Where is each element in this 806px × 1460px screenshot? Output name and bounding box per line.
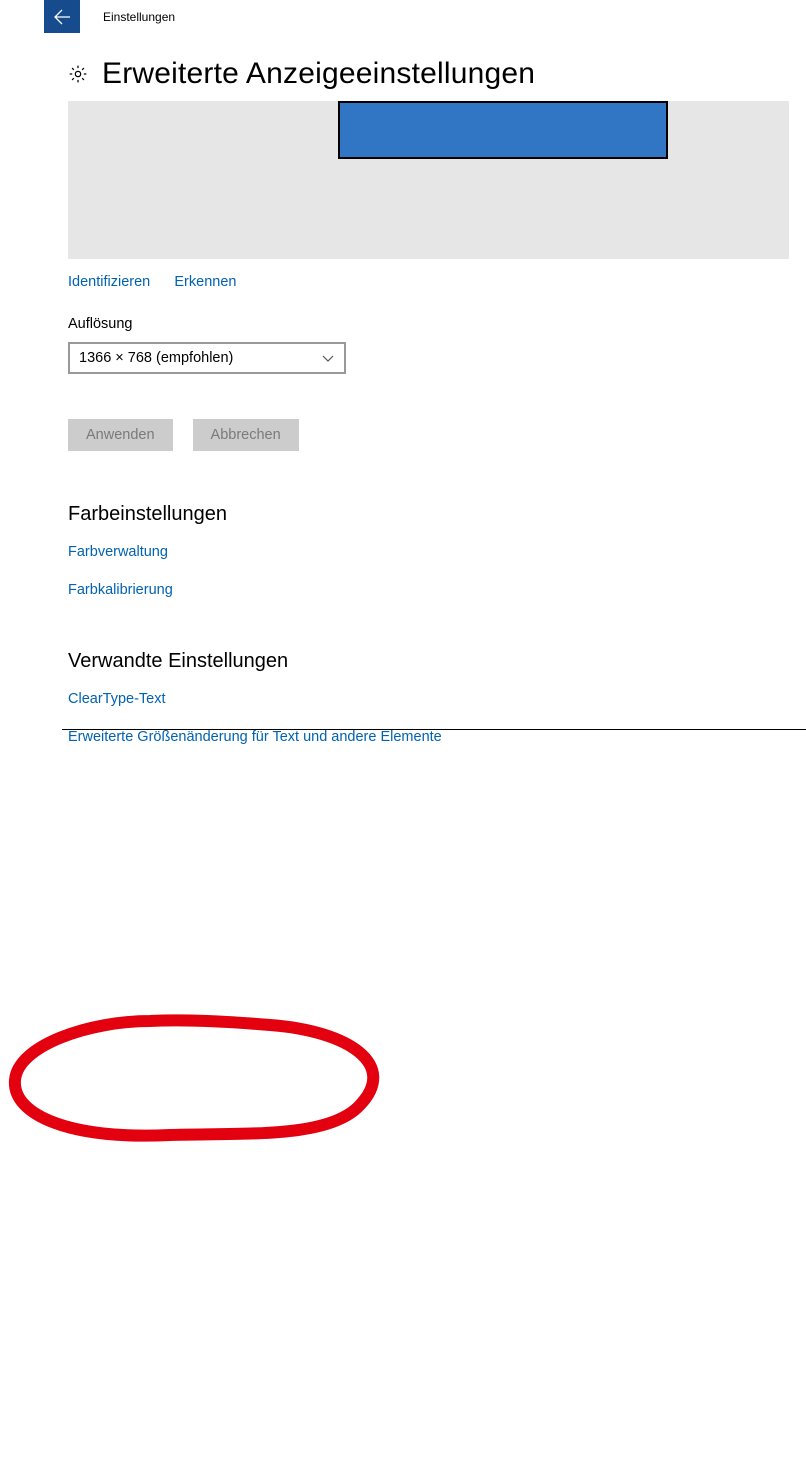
arrow-left-icon	[53, 8, 71, 26]
color-management-link[interactable]: Farbverwaltung	[68, 544, 806, 560]
detect-link[interactable]: Erkennen	[174, 274, 236, 290]
back-button[interactable]	[44, 0, 80, 33]
monitor-thumbnail[interactable]	[338, 101, 668, 159]
page-heading-row: Erweiterte Anzeigeeinstellungen	[68, 57, 806, 91]
sizing-link[interactable]: Erweiterte Größenänderung für Text und a…	[68, 729, 806, 745]
color-calibration-link[interactable]: Farbkalibrierung	[68, 582, 806, 598]
page-title: Erweiterte Anzeigeeinstellungen	[102, 57, 535, 91]
color-heading: Farbeinstellungen	[68, 503, 806, 526]
action-buttons: Anwenden Abbrechen	[68, 419, 806, 451]
resolution-select[interactable]: 1366 × 768 (empfohlen)	[68, 342, 346, 374]
related-heading: Verwandte Einstellungen	[68, 650, 806, 673]
resolution-value: 1366 × 768 (empfohlen)	[79, 350, 233, 366]
annotation-circle	[0, 745, 806, 1460]
identify-link[interactable]: Identifizieren	[68, 274, 150, 290]
chevron-down-icon	[321, 351, 335, 365]
resolution-label: Auflösung	[68, 316, 806, 332]
gear-icon	[68, 64, 88, 84]
apply-button[interactable]: Anwenden	[68, 419, 173, 451]
cancel-button[interactable]: Abbrechen	[193, 419, 299, 451]
display-preview	[68, 101, 789, 259]
title-bar: Einstellungen	[0, 0, 806, 33]
display-actions-row: Identifizieren Erkennen	[68, 273, 806, 290]
app-title: Einstellungen	[103, 10, 175, 24]
cleartype-link[interactable]: ClearType-Text	[68, 691, 806, 707]
